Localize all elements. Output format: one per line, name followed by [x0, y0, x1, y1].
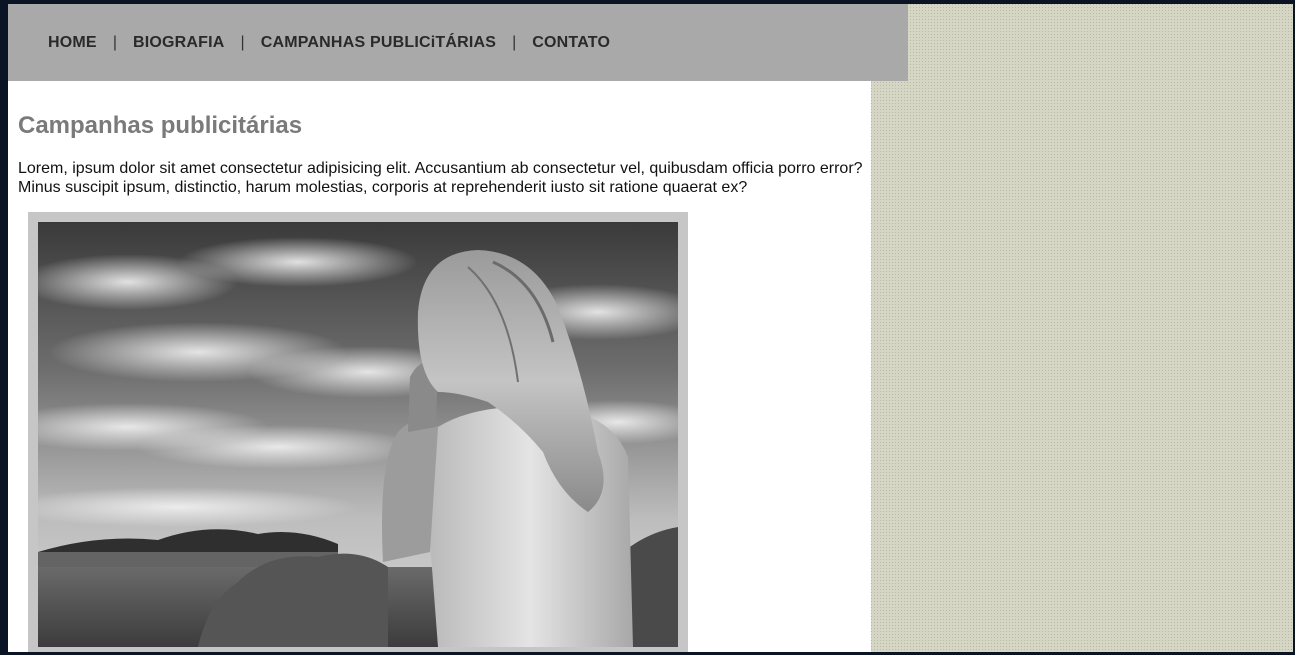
- nav-menu: HOME | BIOGRAFIA | CAMPANHAS PUBLICiTÁRI…: [8, 34, 610, 52]
- window-left-border: [0, 0, 8, 655]
- content-panel: Campanhas publicitárias Lorem, ipsum dol…: [8, 81, 871, 652]
- main-navbar: HOME | BIOGRAFIA | CAMPANHAS PUBLICiTÁRI…: [8, 4, 908, 81]
- nav-separator: |: [112, 33, 117, 51]
- nav-home-link[interactable]: HOME: [48, 34, 97, 52]
- intro-paragraph: Lorem, ipsum dolor sit amet consectetur …: [18, 160, 863, 196]
- nav-contato-link[interactable]: CONTATO: [532, 34, 610, 52]
- campaign-photo: [38, 222, 678, 647]
- page-title: Campanhas publicitárias: [18, 112, 303, 139]
- nav-separator: |: [240, 33, 245, 51]
- nav-campanhas-link[interactable]: CAMPANHAS PUBLICiTÁRIAS: [261, 34, 496, 52]
- campaign-photo-frame: [28, 212, 688, 652]
- nav-biografia-link[interactable]: BIOGRAFIA: [133, 34, 225, 52]
- nav-separator: |: [512, 33, 517, 51]
